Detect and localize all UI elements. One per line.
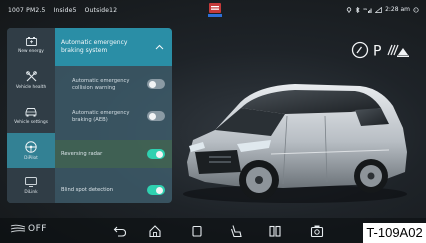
toggle-knob [149,112,156,120]
rear-wheel [354,159,388,193]
front-wheel [239,160,279,200]
svg-text:°: ° [415,8,417,12]
back-icon[interactable] [113,224,127,238]
signal-4g-icon: 4G [363,7,372,13]
parking-sensor-icon [387,44,409,57]
toggle-knob [156,150,163,158]
grid-icon[interactable] [268,224,282,238]
nav-label: DiPilot [24,155,38,161]
wifi-icon [375,6,382,13]
status-bar: 1007 PM2.5 Inside5 Outside12 4G 2:28 am ° [0,0,426,20]
nav-label: New energy [18,49,44,54]
nav-label: DiLink [24,189,38,195]
nav-item-vehicle-health[interactable]: Vehicle health [7,63,55,98]
nav-item-dilink[interactable]: DiLink [7,168,55,203]
settings-panel: New energy Vehicle health Vehicle settin… [7,28,172,203]
pm25-value: 1007 PM2.5 [8,7,46,14]
setting-label: Blind spot detection [61,187,114,193]
seat-icon[interactable] [229,224,243,238]
outside-temp: Outside12 [84,7,118,14]
air-quality-readout: 1007 PM2.5 Inside5 Outside12 [8,7,125,14]
home-icon[interactable] [148,224,162,238]
setting-label: Automatic emergency collision warning [72,78,130,91]
aeb-section-header[interactable]: Automatic emergency braking system [55,28,172,66]
settings-app-icon[interactable] [208,2,222,18]
nav-item-dipilot[interactable]: DiPilot [7,133,55,168]
vehicle-image [183,84,407,203]
nav-label: Vehicle settings [14,119,48,125]
inside-temp: Inside5 [53,7,77,14]
settings-nav: New energy Vehicle health Vehicle settin… [7,28,55,203]
camera-icon[interactable] [310,224,324,238]
ac-status: OFF [28,224,47,234]
square-icon[interactable] [190,224,204,238]
setting-row-reversing-radar: Reversing radar [55,140,172,168]
collision-warning-toggle[interactable] [147,79,165,89]
temperature-icon: ° [413,6,419,13]
toggle-knob [149,80,156,88]
section-title: Automatic emergency braking system [61,39,128,54]
screen-icon [25,176,37,187]
car-front-icon [25,107,37,117]
tools-icon [25,71,37,82]
setting-label: Automatic emergency braking (AEB) [72,110,130,123]
clock: 2:28 am [385,6,410,13]
battery-icon [25,37,37,46]
location-icon [346,6,352,13]
bluetooth-icon [355,6,360,13]
ac-control[interactable]: OFF [10,224,47,234]
blind-spot-toggle[interactable] [147,185,165,195]
nav-item-vehicle-settings[interactable]: Vehicle settings [7,98,55,133]
svg-text:4G: 4G [363,7,368,11]
settings-content: Automatic emergency braking system Autom… [55,28,172,203]
steering-wheel-icon [25,140,37,153]
nav-label: Vehicle health [15,85,47,90]
aeb-toggle[interactable] [147,111,165,121]
setting-row-aeb: Automatic emergency braking (AEB) [55,102,172,130]
setting-row-collision-warning: Automatic emergency collision warning [55,72,172,98]
chevron-up-icon[interactable] [155,44,164,50]
fan-icon [10,224,26,233]
setting-row-blind-spot: Blind spot detection [55,175,172,203]
gear-letter: P [373,44,381,60]
gauge-needle [356,46,363,54]
toggle-knob [156,186,163,194]
setting-label: Reversing radar [61,151,103,157]
system-status: 4G 2:28 am ° [346,6,419,13]
reversing-radar-toggle[interactable] [147,149,165,159]
gear-indicator: P [351,41,409,60]
nav-item-new-energy[interactable]: New energy [7,28,55,63]
image-label-badge: T-109A02 [363,223,426,243]
